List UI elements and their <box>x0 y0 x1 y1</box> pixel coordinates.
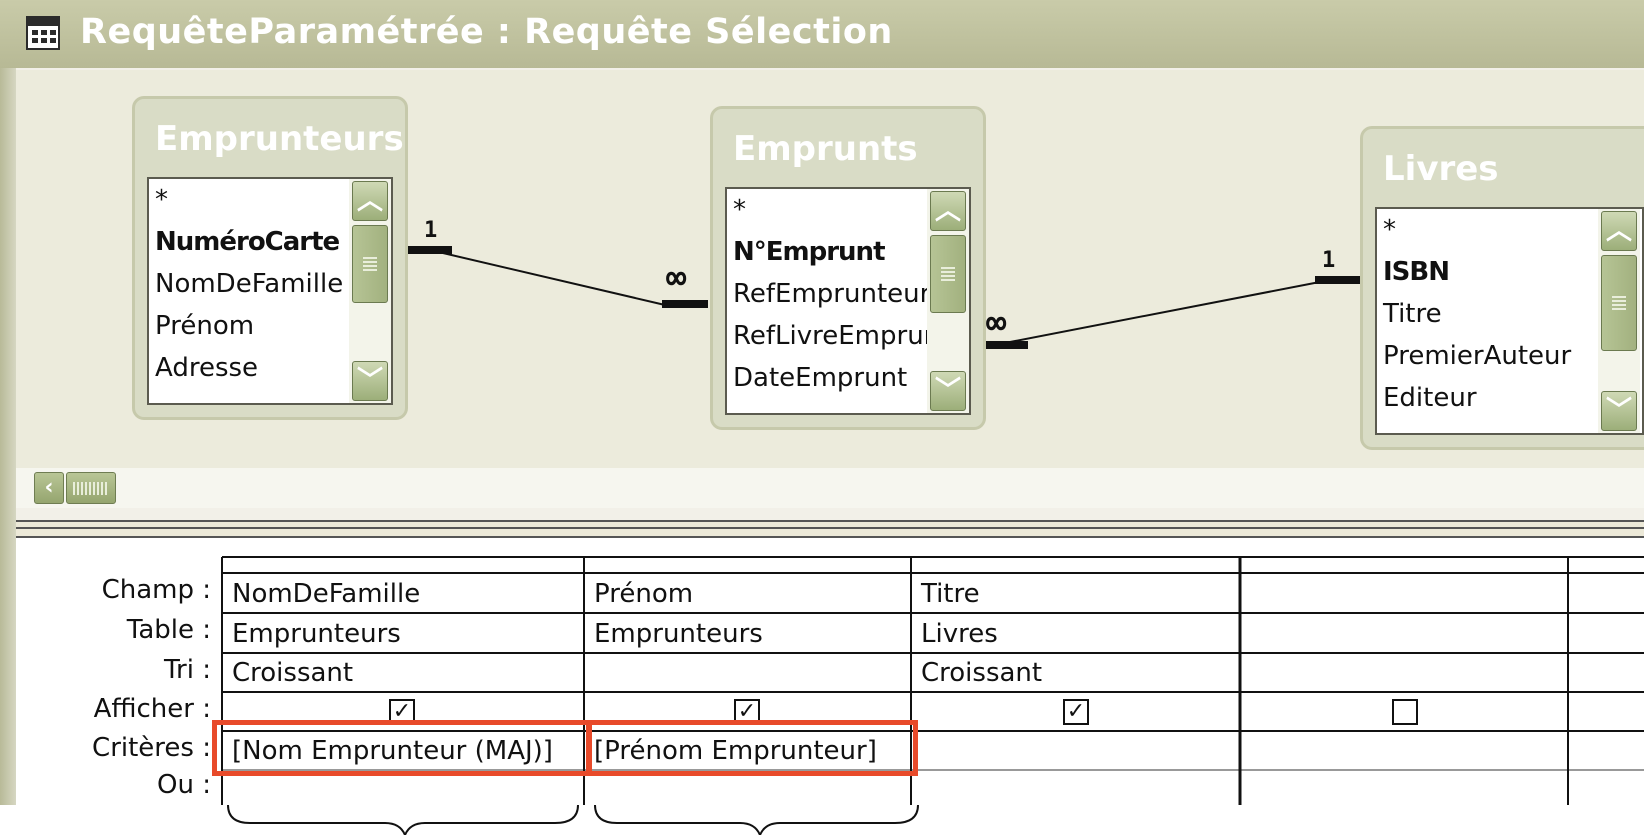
brace-prenom <box>594 805 919 835</box>
scroll-up-button[interactable]: ︿ <box>352 181 388 221</box>
sort-cell[interactable]: Croissant <box>913 655 1238 692</box>
table-box-emprunteurs[interactable]: Emprunteurs * NuméroCarte NomDeFamille P… <box>132 96 408 420</box>
row-label-afficher: Afficher : <box>93 694 211 724</box>
scroll-thumb[interactable] <box>66 472 116 504</box>
table-box-emprunts[interactable]: Emprunts * N°Emprunt RefEmprunteur RefLi… <box>710 106 986 430</box>
table-title[interactable]: Emprunts <box>733 129 918 169</box>
scroll-down-button[interactable]: ﹀ <box>930 371 966 411</box>
scroll-thumb[interactable] <box>1601 255 1637 351</box>
window-border <box>0 68 16 805</box>
title-bar[interactable]: RequêteParamétrée : Requête Sélection <box>0 0 1644 68</box>
criteria-highlight <box>212 720 592 776</box>
design-horizontal-scrollbar[interactable]: ‹ <box>16 468 1644 508</box>
brace-nom <box>227 805 579 835</box>
sort-cell[interactable] <box>586 655 909 692</box>
table-title[interactable]: Emprunteurs <box>155 119 404 159</box>
field-list[interactable]: * NuméroCarte NomDeFamille Prénom Adress… <box>147 177 393 405</box>
table-cell[interactable]: Emprunteurs <box>586 615 909 653</box>
join-one-label: 1 <box>1322 248 1336 273</box>
row-label-ou: Ou : <box>157 770 211 800</box>
show-checkbox-empty[interactable] <box>1392 699 1418 725</box>
curly-braces <box>227 805 919 835</box>
join-many-label: ∞ <box>986 303 1007 343</box>
scroll-thumb[interactable] <box>352 225 388 303</box>
row-label-tri: Tri : <box>164 655 211 685</box>
table-box-livres[interactable]: Livres * ISBN Titre PremierAuteur Editeu… <box>1360 126 1644 450</box>
window-title: RequêteParamétrée : Requête Sélection <box>80 12 893 52</box>
join-many-label: ∞ <box>666 258 687 298</box>
field-cell[interactable] <box>1570 575 1644 613</box>
field-cell[interactable]: Prénom <box>586 575 909 613</box>
query-grid: Champ : Table : Tri : Afficher : Critère… <box>16 538 1644 805</box>
annotation-area <box>0 805 1644 835</box>
scroll-left-button[interactable]: ‹ <box>34 472 64 504</box>
field-cell[interactable] <box>1242 575 1566 613</box>
table-cell[interactable]: Emprunteurs <box>224 615 582 653</box>
scroll-thumb[interactable] <box>930 235 966 313</box>
row-label-table: Table : <box>126 615 211 645</box>
field-cell[interactable]: Titre <box>913 575 1238 613</box>
row-label-criteres: Critères : <box>92 733 211 763</box>
vertical-scrollbar[interactable]: ︿ ﹀ <box>349 179 391 403</box>
table-title[interactable]: Livres <box>1383 149 1499 189</box>
show-checkbox[interactable]: ✓ <box>1063 699 1089 725</box>
sort-cell[interactable]: Croissant <box>224 655 582 692</box>
vertical-scrollbar[interactable]: ︿ ﹀ <box>1598 209 1640 433</box>
field-list[interactable]: * N°Emprunt RefEmprunteur RefLivreEmprun… <box>725 187 971 415</box>
query-window-icon <box>26 16 60 50</box>
scroll-up-button[interactable]: ︿ <box>930 191 966 231</box>
table-cell[interactable]: Livres <box>913 615 1238 653</box>
scroll-down-button[interactable]: ﹀ <box>1601 391 1637 431</box>
criteria-highlight <box>586 720 918 776</box>
row-label-champ: Champ : <box>101 575 211 605</box>
criteria-cell[interactable] <box>913 733 1238 770</box>
scroll-down-button[interactable]: ﹀ <box>352 361 388 401</box>
field-cell[interactable]: NomDeFamille <box>224 575 582 613</box>
query-design-window: RequêteParamétrée : Requête Sélection 1 … <box>0 0 1644 805</box>
pane-splitter[interactable] <box>16 520 1644 538</box>
vertical-scrollbar[interactable]: ︿ ﹀ <box>927 189 969 413</box>
field-list[interactable]: * ISBN Titre PremierAuteur Editeur ︿ ﹀ <box>1375 207 1644 435</box>
join-one-label: 1 <box>424 218 438 243</box>
scroll-up-button[interactable]: ︿ <box>1601 211 1637 251</box>
